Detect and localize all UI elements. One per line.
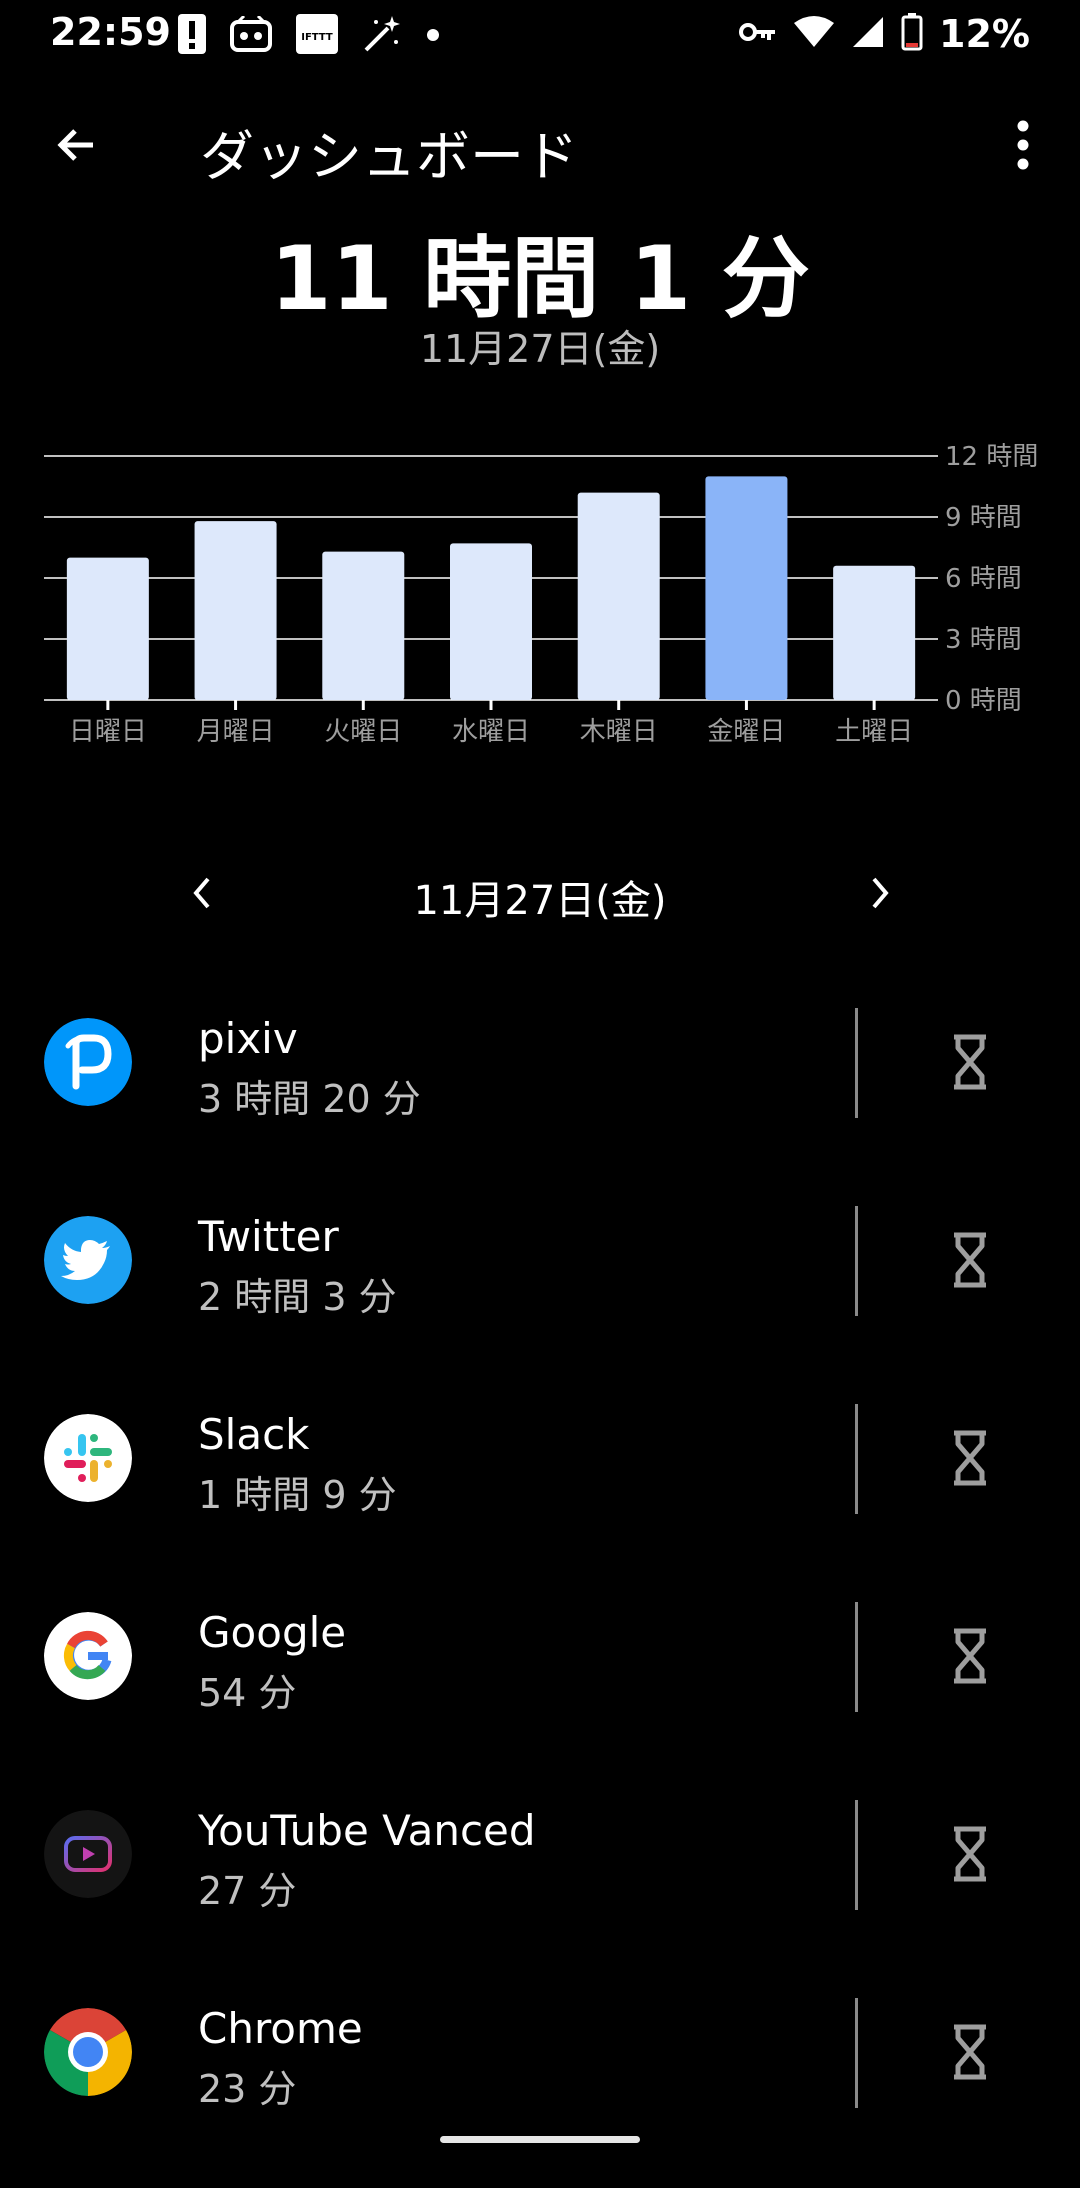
app-usage-time: 27 分: [198, 1869, 297, 1913]
weekly-usage-chart: 0 時間 3 時間 6 時間 9 時間 12 時間日曜日 月曜日 火曜日 水曜日 木曜日 金曜日 土…: [44, 442, 1038, 747]
app-name: Chrome: [198, 2004, 363, 2053]
magic-wand-icon: [362, 14, 402, 58]
app-name: YouTube Vanced: [198, 1806, 536, 1855]
app-timer-button[interactable]: [930, 2012, 1010, 2092]
app-timer-button[interactable]: [930, 1418, 1010, 1498]
system-icons: 12%: [739, 12, 1030, 56]
more-options-button[interactable]: [990, 112, 1056, 178]
ifttt-icon: IFTTT: [296, 14, 338, 58]
next-day-button[interactable]: [850, 860, 910, 926]
app-row-chrome[interactable]: Chrome 23 分: [0, 1990, 1080, 2188]
hourglass-icon: [954, 2024, 986, 2080]
gesture-nav-handle[interactable]: [440, 2136, 640, 2143]
total-screen-time: 11 時間 1 分: [270, 227, 810, 330]
app-timer-button[interactable]: [930, 1616, 1010, 1696]
divider: [855, 1602, 858, 1712]
app-row-google[interactable]: Google 54 分: [0, 1594, 1080, 1792]
divider: [855, 1206, 858, 1316]
notification-icons: IFTTT: [178, 14, 440, 58]
twitter-icon: [44, 1216, 132, 1304]
divider: [855, 1998, 858, 2108]
divider: [855, 1404, 858, 1514]
app-timer-button[interactable]: [930, 1814, 1010, 1894]
app-name: pixiv: [198, 1014, 298, 1063]
app-usage-time: 54 分: [198, 1671, 297, 1715]
chevron-right-icon: [872, 877, 889, 909]
x-tick-label: 火曜日: [324, 717, 402, 747]
app-usage-time: 2 時間 3 分: [198, 1275, 397, 1319]
x-tick-label: 金曜日: [707, 717, 785, 747]
more-vert-icon: [1017, 120, 1029, 170]
page-title: ダッシュボード: [200, 125, 578, 188]
alert-icon: [178, 14, 206, 58]
chrome-icon: [44, 2008, 132, 2096]
summary-date: 11月27日(金): [419, 327, 661, 371]
y-tick-label: 6 時間: [945, 564, 1022, 594]
app-row-youtube-vanced[interactable]: YouTube Vanced 27 分: [0, 1792, 1080, 1990]
x-tick-label: 木曜日: [580, 717, 658, 747]
app-timer-button[interactable]: [930, 1022, 1010, 1102]
app-name: Twitter: [198, 1212, 339, 1261]
app-name: Slack: [198, 1410, 310, 1459]
hourglass-icon: [954, 1232, 986, 1288]
x-tick-label: 月曜日: [197, 717, 275, 747]
dot-icon: [426, 27, 440, 46]
chart-bar: [833, 565, 916, 700]
hourglass-icon: [954, 1628, 986, 1684]
app-timer-button[interactable]: [930, 1220, 1010, 1300]
vpn-key-icon: [739, 20, 777, 48]
app-row-slack[interactable]: Slack 1 時間 9 分: [0, 1396, 1080, 1594]
y-tick-label: 12 時間: [945, 442, 1038, 472]
battery-percentage: 12%: [939, 12, 1030, 56]
hourglass-icon: [954, 1430, 986, 1486]
app-usage-time: 3 時間 20 分: [198, 1077, 421, 1121]
chart-bar: [194, 521, 277, 700]
app-name: Google: [198, 1608, 347, 1657]
status-time: 22:59: [50, 10, 171, 54]
google-icon: [44, 1612, 132, 1700]
youtube-vanced-icon: [44, 1810, 132, 1898]
app-row-pixiv[interactable]: pixiv 3 時間 20 分: [0, 1000, 1080, 1198]
divider: [855, 1800, 858, 1910]
hourglass-icon: [954, 1826, 986, 1882]
y-tick-label: 0 時間: [945, 686, 1022, 716]
wifi-icon: [793, 15, 835, 53]
status-bar: 22:59 IFTTT 12%: [0, 0, 1080, 68]
x-tick-label: 土曜日: [835, 717, 913, 747]
battery-icon: [901, 13, 923, 55]
app-usage-list: pixiv 3 時間 20 分 Twitter 2 時間 3 分 Slack 1…: [0, 1000, 1080, 2188]
x-tick-label: 水曜日: [452, 717, 530, 747]
chart-bar: [450, 543, 532, 700]
app-usage-time: 1 時間 9 分: [198, 1473, 397, 1517]
chart-bar: [66, 557, 149, 700]
y-tick-label: 9 時間: [945, 503, 1022, 533]
arrow-back-icon: [57, 129, 93, 161]
app-usage-time: 23 分: [198, 2067, 297, 2111]
app-row-twitter[interactable]: Twitter 2 時間 3 分: [0, 1198, 1080, 1396]
app-bar: ダッシュボード: [0, 100, 1080, 188]
back-button[interactable]: [44, 112, 110, 178]
divider: [855, 1008, 858, 1118]
date-navigator: 11月27日(金): [0, 858, 1080, 928]
x-tick-label: 日曜日: [69, 717, 147, 747]
slack-icon: [44, 1414, 132, 1502]
chart-bar: [322, 551, 405, 700]
pixiv-icon: [44, 1018, 132, 1106]
cell-signal-icon: [851, 15, 885, 53]
y-tick-label: 3 時間: [945, 625, 1022, 655]
app-notification-icon: [230, 14, 272, 56]
selected-date: 11月27日(金): [413, 878, 667, 924]
hourglass-icon: [954, 1034, 986, 1090]
chart-bar: [577, 492, 660, 700]
chart-bar: [705, 476, 788, 700]
ifttt-icon-label: IFTTT: [301, 32, 333, 43]
